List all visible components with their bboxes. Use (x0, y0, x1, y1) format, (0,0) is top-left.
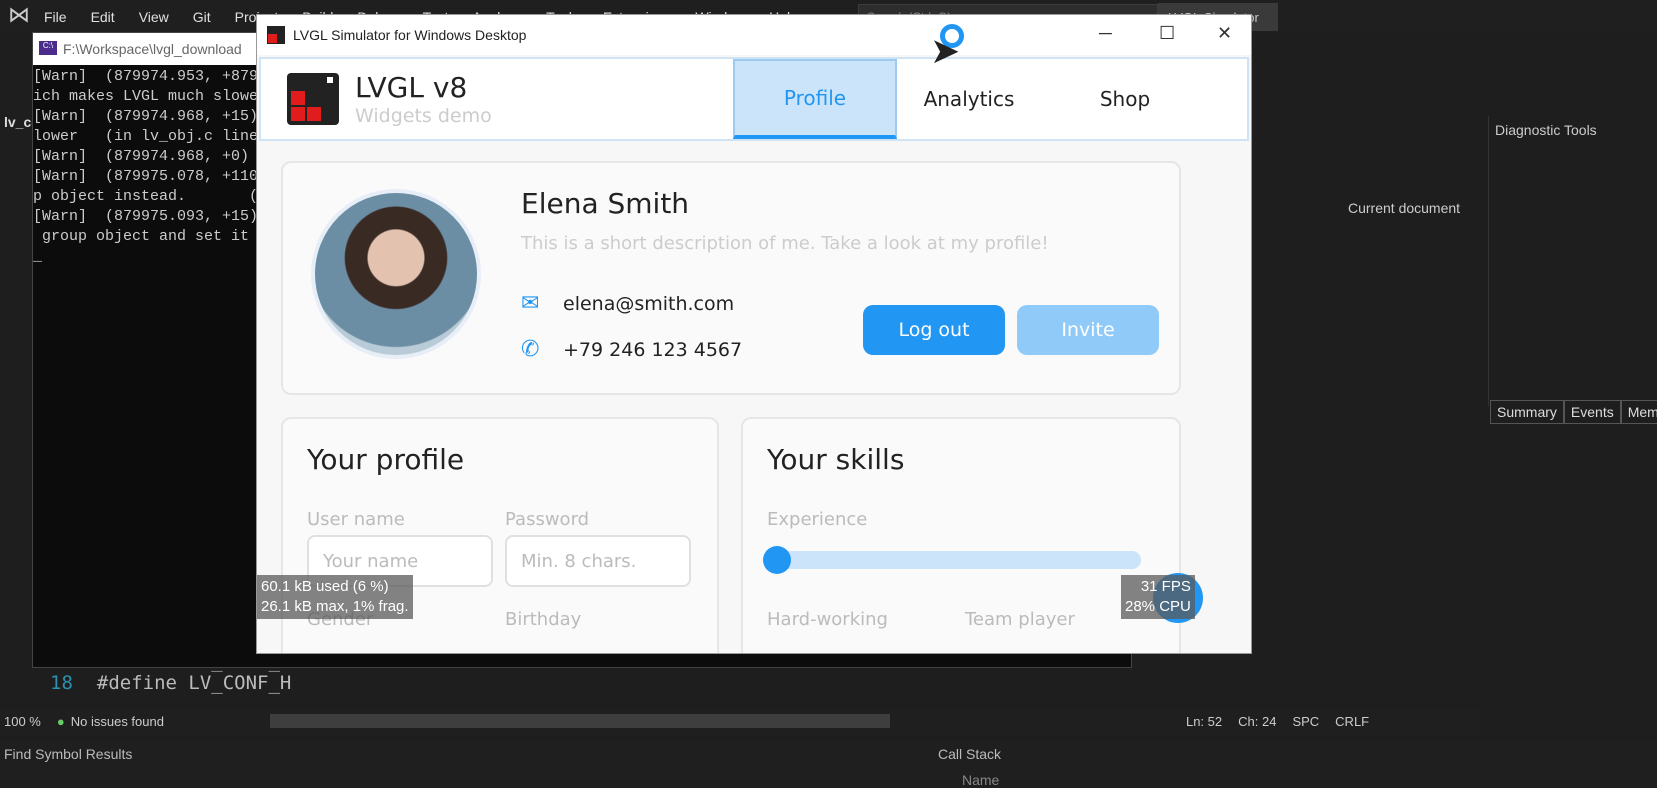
call-stack-title[interactable]: Call Stack (938, 746, 1001, 762)
find-symbol-results-title[interactable]: Find Symbol Results (4, 746, 132, 762)
check-icon: ● (56, 713, 65, 729)
close-button[interactable]: ✕ (1217, 23, 1232, 44)
log-out-button[interactable]: Log out (863, 305, 1005, 355)
tab-memory[interactable]: Mem (1620, 400, 1657, 424)
name-column-header: Name (962, 772, 1000, 788)
menu-view[interactable]: View (139, 9, 169, 25)
experience-slider[interactable] (763, 546, 1141, 574)
profile-name: Elena Smith (521, 187, 690, 220)
password-input[interactable]: Min. 8 chars. (505, 535, 691, 587)
invite-button[interactable]: Invite (1017, 305, 1159, 355)
performance-monitor: 31 FPS 28% CPU (1121, 575, 1195, 619)
memory-monitor: 60.1 kB used (6 %) 26.1 kB max, 1% frag. (257, 575, 413, 619)
cmd-icon: C:\ (39, 41, 57, 55)
hard-working-label: Hard-working (767, 609, 888, 630)
diagnostic-tabs: Summary Events Mem (1490, 400, 1657, 424)
username-label: User name (307, 509, 405, 530)
diagnostic-tools-title: Diagnostic Tools (1495, 122, 1597, 138)
visual-studio-logo-icon: ⋈ (8, 2, 30, 27)
whitespace-indicator[interactable]: SPC (1292, 714, 1319, 729)
simulator-titlebar: LVGL Simulator for Windows Desktop ─ ☐ ✕ (257, 15, 1251, 55)
email-row: ✉ elena@smith.com (521, 291, 735, 316)
console-title: F:\Workspace\lvgl_download (63, 41, 242, 57)
phone-row: ✆ +79 246 123 4567 (521, 337, 743, 362)
column-indicator: Ch: 24 (1238, 713, 1277, 729)
diagnostic-tools-panel: Diagnostic Tools (1488, 116, 1657, 406)
tab-analytics[interactable]: Analytics (887, 59, 1051, 139)
experience-label: Experience (767, 509, 868, 530)
mouse-cursor-icon: ➤ (930, 30, 961, 71)
your-skills-title: Your skills (767, 443, 905, 476)
lvgl-simulator-window[interactable]: LVGL Simulator for Windows Desktop ─ ☐ ✕… (256, 14, 1252, 654)
lvgl-logo (287, 73, 339, 125)
team-player-label: Team player (965, 609, 1075, 630)
demo-header: LVGL v8 Widgets demo Profile Analytics S… (259, 57, 1249, 141)
menu-git[interactable]: Git (193, 9, 211, 25)
tab-summary[interactable]: Summary (1490, 400, 1564, 424)
bottom-panels: Find Symbol Results Call Stack Name (0, 740, 1657, 788)
editor-status-bar: 100 % ● No issues found Ln: 52 Ch: 24 SP… (0, 708, 1480, 734)
zoom-level-dropdown[interactable]: 100 % (4, 714, 41, 729)
profile-card: Elena Smith This is a short description … (281, 161, 1181, 395)
envelope-icon: ✉ (521, 291, 540, 316)
tab-events[interactable]: Events (1563, 400, 1621, 424)
issues-status[interactable]: No issues found (71, 714, 164, 729)
avatar (311, 189, 481, 359)
code-line: #define LV_CONF_H (96, 672, 292, 694)
your-profile-title: Your profile (307, 443, 465, 476)
horizontal-scrollbar[interactable] (269, 714, 890, 728)
line-number: 18 (50, 672, 73, 694)
line-ending-indicator[interactable]: CRLF (1335, 714, 1369, 729)
slider-knob[interactable] (763, 546, 791, 574)
demo-title: LVGL v8 (355, 71, 468, 104)
minimize-button[interactable]: ─ (1099, 23, 1112, 44)
document-scope-dropdown[interactable]: Current document (1348, 200, 1460, 216)
menu-edit[interactable]: Edit (91, 9, 115, 25)
line-indicator: Ln: 52 (1185, 713, 1223, 729)
phone-text: +79 246 123 4567 (563, 339, 743, 361)
window-title: LVGL Simulator for Windows Desktop (293, 27, 527, 43)
maximize-button[interactable]: ☐ (1159, 23, 1175, 44)
tab-profile[interactable]: Profile (733, 59, 897, 139)
tab-shop[interactable]: Shop (1043, 59, 1207, 139)
your-skills-card: Your skills Experience Hard-working Team… (741, 417, 1181, 653)
menu-file[interactable]: File (44, 9, 67, 25)
lvgl-app-icon (267, 26, 285, 44)
email-text: elena@smith.com (563, 293, 735, 315)
password-label: Password (505, 509, 590, 530)
birthday-label: Birthday (505, 609, 582, 630)
phone-icon: ✆ (521, 337, 540, 362)
profile-description: This is a short description of me. Take … (521, 233, 1049, 254)
demo-subtitle: Widgets demo (355, 105, 492, 127)
